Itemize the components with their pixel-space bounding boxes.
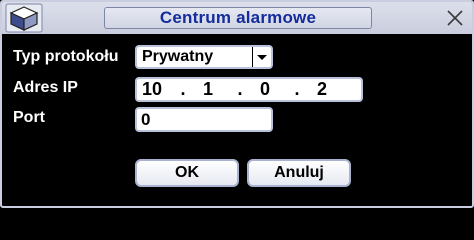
ip-separator: . bbox=[294, 79, 300, 99]
protocol-type-select[interactable]: Prywatny bbox=[135, 45, 273, 69]
ip-octet-2[interactable]: 1 bbox=[199, 79, 217, 100]
ip-separator: . bbox=[180, 79, 186, 99]
ip-octet-3[interactable]: 0 bbox=[256, 79, 274, 100]
ip-octet-4[interactable]: 2 bbox=[313, 79, 331, 100]
ip-address-label: Adres IP bbox=[13, 79, 78, 96]
dialog-title: Centrum alarmowe bbox=[159, 8, 317, 27]
protocol-type-value: Prywatny bbox=[142, 48, 214, 65]
title-bar: Centrum alarmowe bbox=[2, 2, 472, 34]
ip-octet-1[interactable]: 10 bbox=[141, 79, 163, 100]
cube-logo-icon bbox=[5, 3, 43, 33]
close-x-icon[interactable] bbox=[443, 6, 467, 30]
cancel-button[interactable]: Anuluj bbox=[247, 159, 351, 187]
ip-separator: . bbox=[237, 79, 243, 99]
port-label: Port bbox=[13, 109, 45, 126]
port-input[interactable]: 0 bbox=[135, 107, 273, 132]
alarm-center-dialog: Centrum alarmowe Typ protokołu Prywatny … bbox=[0, 0, 474, 208]
port-value: 0 bbox=[141, 110, 151, 129]
protocol-type-label: Typ protokołu bbox=[13, 48, 119, 65]
ok-button[interactable]: OK bbox=[135, 159, 239, 187]
ip-address-input[interactable]: 10 . 1 . 0 . 2 bbox=[135, 77, 363, 102]
chevron-down-icon[interactable] bbox=[252, 47, 271, 67]
